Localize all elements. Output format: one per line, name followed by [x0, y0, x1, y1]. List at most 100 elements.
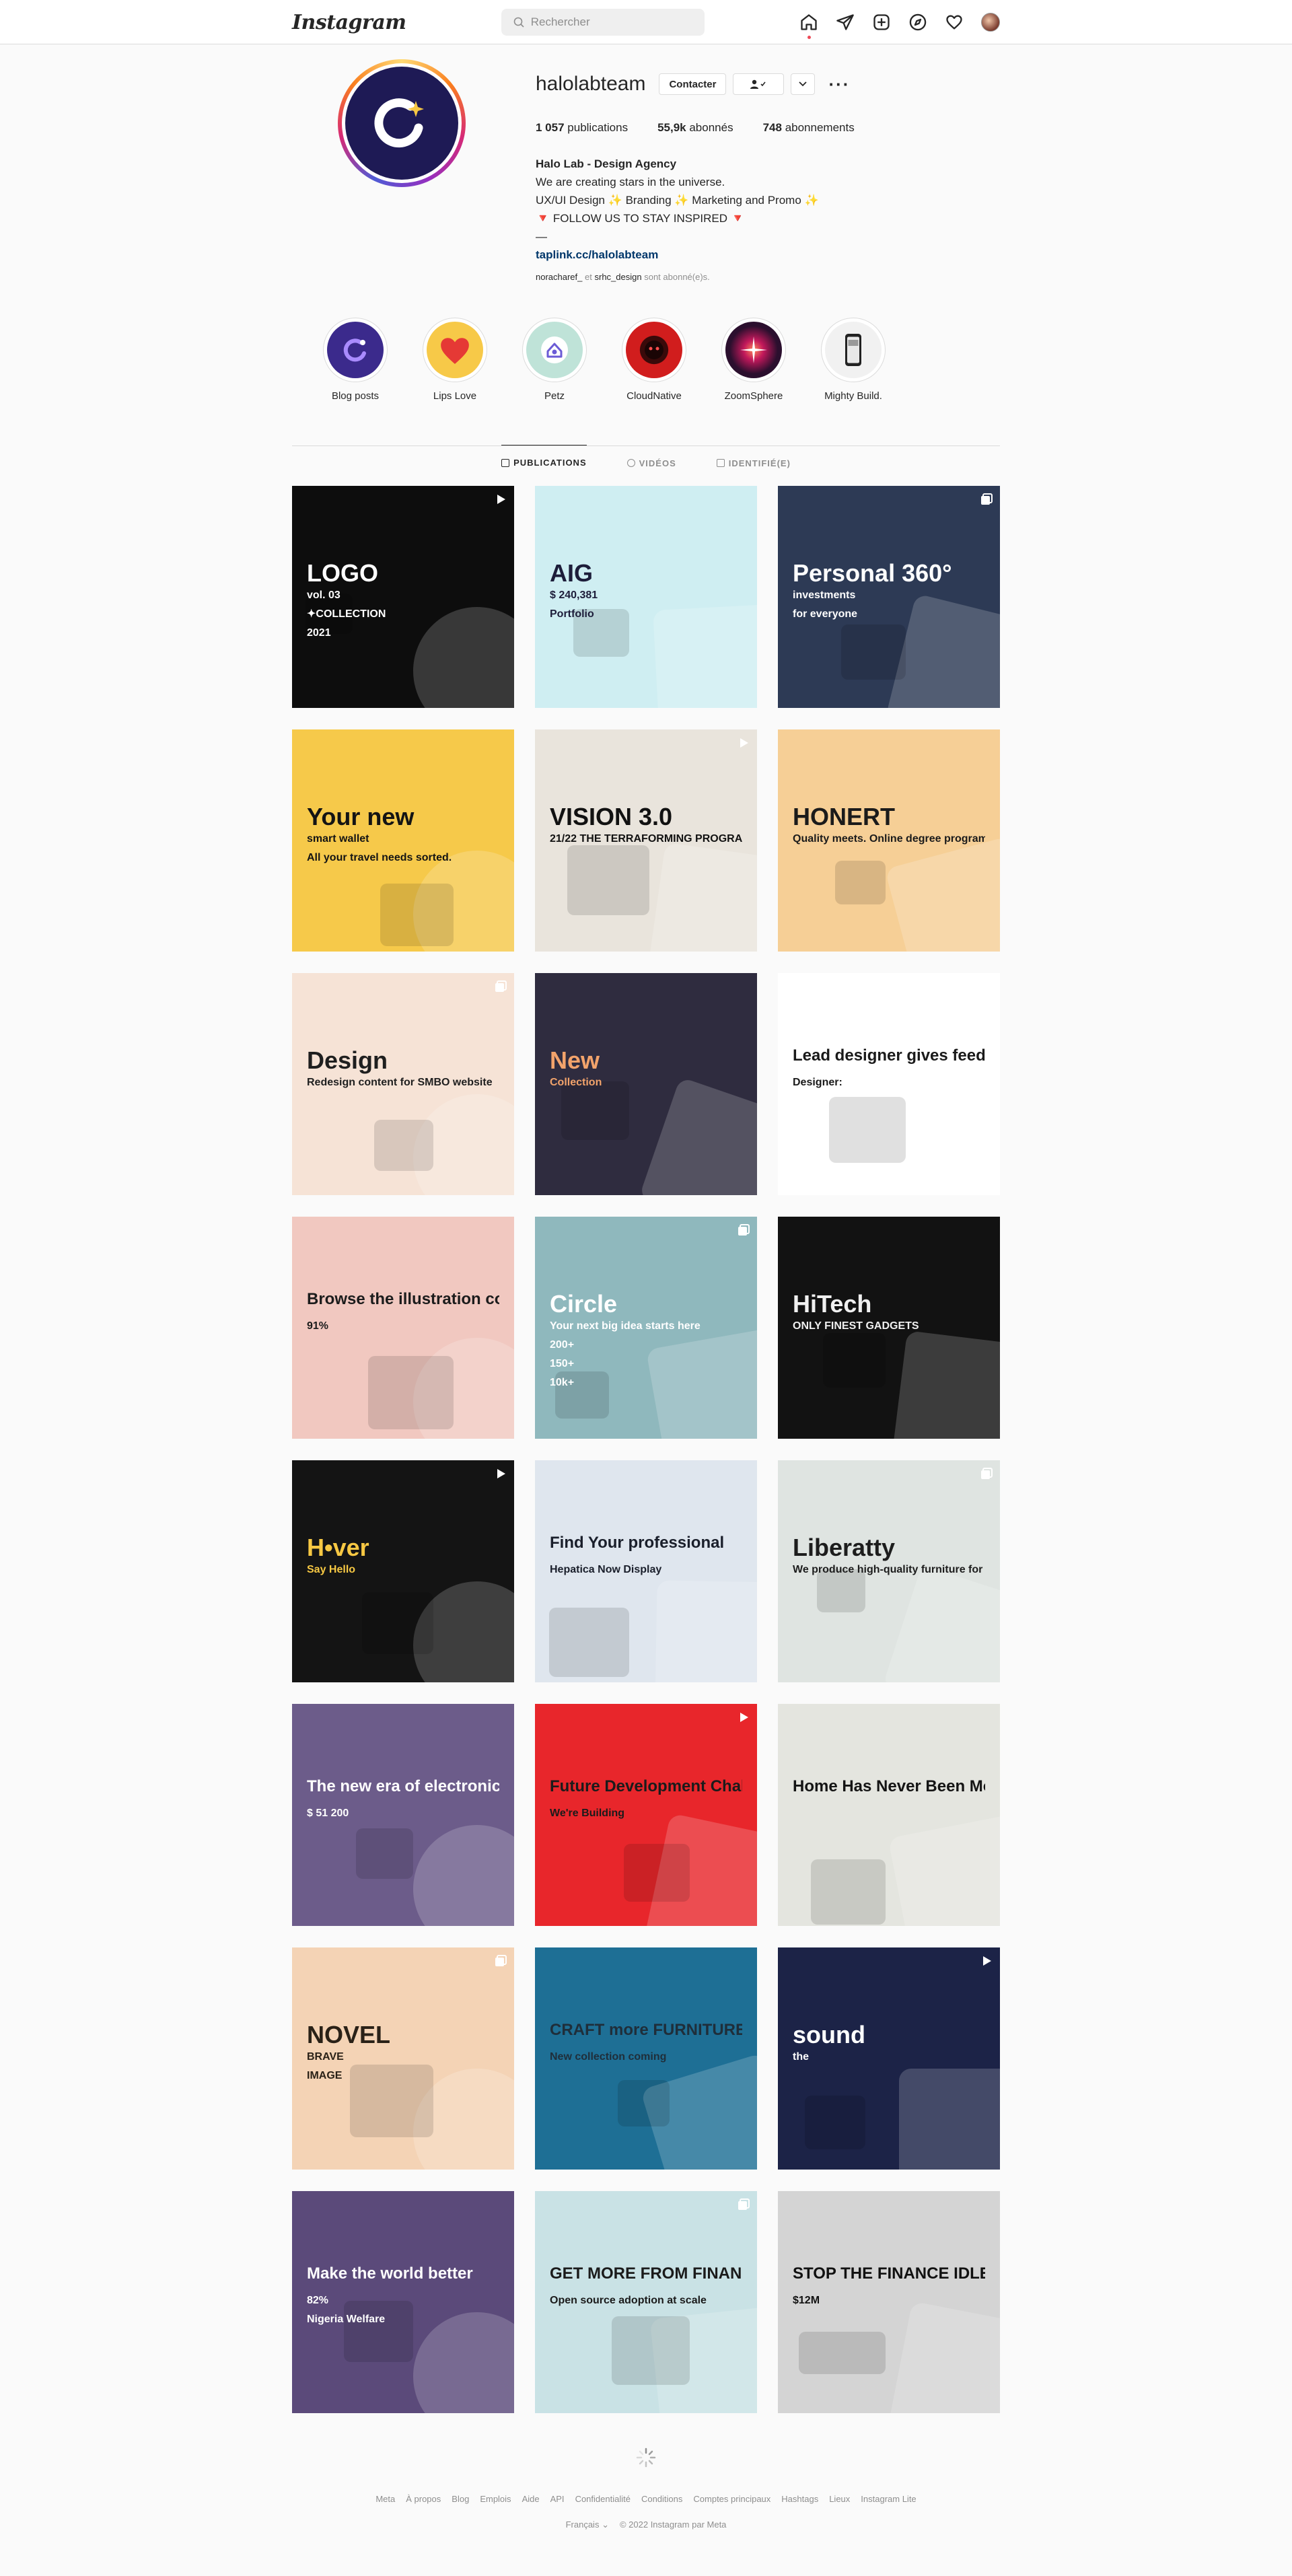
- post-thumbnail[interactable]: The new era of electronic payments $ 51 2…: [292, 1704, 514, 1926]
- post-thumbnail[interactable]: Browse the illustration courses 91%: [292, 1217, 514, 1439]
- suggested-accounts-button[interactable]: [791, 73, 816, 95]
- phone-mockup-icon: [845, 334, 861, 366]
- highlight-lips-love[interactable]: Lips Love: [423, 318, 487, 402]
- post-thumbnail[interactable]: New Collection: [535, 973, 757, 1195]
- direct-message-icon[interactable]: [836, 13, 855, 32]
- post-artwork: [882, 1565, 1000, 1682]
- post-thumbnail[interactable]: VISION 3.0 21/22 THE TERRAFORMING PROGRAM: [535, 729, 757, 952]
- followers-count[interactable]: 55,9k abonnés: [657, 121, 733, 135]
- tab-publications[interactable]: PUBLICATIONS: [501, 445, 587, 480]
- post-text: 10k+: [550, 1377, 575, 1388]
- footer-link[interactable]: Blog: [452, 2494, 469, 2504]
- bio-link[interactable]: taplink.cc/halolabteam: [536, 246, 912, 264]
- post-thumbnail[interactable]: Your new smart wallet All your travel need…: [292, 729, 514, 952]
- post-thumbnail[interactable]: H•ver Say Hello: [292, 1460, 514, 1682]
- post-thumbnail[interactable]: Future Development Challenges We're Build…: [535, 1704, 757, 1926]
- footer-link[interactable]: Confidentialité: [575, 2494, 631, 2504]
- footer-link[interactable]: À propos: [406, 2494, 441, 2504]
- post-thumbnail[interactable]: Circle Your next big idea starts here 200+…: [535, 1217, 757, 1439]
- post-thumbnail[interactable]: Lead designer gives feedback Designer:: [778, 973, 1000, 1195]
- post-text: Lead designer gives feedback: [793, 1047, 985, 1065]
- search-box[interactable]: Rechercher: [501, 9, 705, 36]
- post-text: Designer:: [793, 1077, 842, 1088]
- post-thumbnail[interactable]: LOGO vol. 03 ✦COLLECTION 2021: [292, 486, 514, 708]
- highlight-mighty-build[interactable]: Mighty Build.: [821, 318, 886, 402]
- more-options-icon[interactable]: ···: [828, 74, 850, 95]
- footer-link[interactable]: Aide: [522, 2494, 540, 2504]
- halo-lab-logo-icon: [374, 98, 424, 148]
- contact-button[interactable]: Contacter: [659, 73, 727, 95]
- home-icon[interactable]: [799, 13, 818, 39]
- footer-link[interactable]: Conditions: [641, 2494, 682, 2504]
- highlight-petz[interactable]: Petz: [522, 318, 587, 402]
- highlight-cloudnative[interactable]: CloudNative: [622, 318, 686, 402]
- following-count[interactable]: 748 abonnements: [763, 121, 855, 135]
- bio-line: UX/UI Design ✨ Branding ✨ Marketing and …: [536, 194, 819, 207]
- footer-link[interactable]: Hashtags: [781, 2494, 818, 2504]
- post-text: for everyone: [793, 608, 858, 620]
- profile-picture[interactable]: [338, 59, 466, 187]
- post-artwork: [380, 884, 454, 946]
- post-artwork: [561, 1081, 629, 1140]
- post-thumbnail[interactable]: Design Redesign content for SMBO website: [292, 973, 514, 1195]
- footer-link[interactable]: Meta: [375, 2494, 395, 2504]
- post-artwork: [368, 1356, 454, 1429]
- footer-link[interactable]: API: [550, 2494, 565, 2504]
- post-artwork: [549, 1608, 629, 1677]
- new-post-icon[interactable]: [872, 13, 891, 32]
- instagram-logo[interactable]: Instagram: [292, 11, 406, 34]
- post-text: the: [793, 2051, 809, 2063]
- post-text: STOP THE FINANCE IDLE: [793, 2265, 985, 2283]
- post-text: Hepatica Now Display: [550, 1564, 662, 1575]
- footer-link[interactable]: Lieux: [829, 2494, 850, 2504]
- story-highlights: Blog posts Lips Love Petz CloudNative Zo…: [323, 318, 886, 402]
- post-artwork: [799, 2332, 886, 2374]
- post-text: 82%: [307, 2295, 329, 2306]
- post-text: BRAVE: [307, 2051, 344, 2063]
- explore-compass-icon[interactable]: [908, 13, 927, 32]
- post-thumbnail[interactable]: Personal 360° investments for everyone: [778, 486, 1000, 708]
- post-artwork: [647, 842, 757, 952]
- tab-videos[interactable]: VIDÉOS: [626, 445, 676, 480]
- post-text: Portfolio: [550, 608, 594, 620]
- post-text: Find Your professional: [550, 1534, 725, 1552]
- following-button[interactable]: [733, 73, 785, 95]
- language-selector[interactable]: Français ⌄: [566, 2519, 609, 2530]
- post-thumbnail[interactable]: Liberatty We produce high-quality furnitu…: [778, 1460, 1000, 1682]
- post-thumbnail[interactable]: CRAFT more FURNITURE New collection comin…: [535, 1947, 757, 2170]
- post-thumbnail[interactable]: Home Has Never Been More Important: [778, 1704, 1000, 1926]
- post-thumbnail[interactable]: Make the world better 82% Nigeria Welfare: [292, 2191, 514, 2413]
- profile-bio: Halo Lab - Design Agency We are creating…: [536, 155, 912, 264]
- post-text: $ 51 200: [307, 1808, 349, 1819]
- activity-heart-icon[interactable]: [945, 13, 964, 32]
- post-artwork: [356, 1828, 413, 1879]
- carousel-icon: [981, 493, 993, 505]
- reel-play-icon: [497, 1469, 505, 1478]
- reel-play-icon: [497, 495, 505, 504]
- post-thumbnail[interactable]: Find Your professional Hepatica Now Displ…: [535, 1460, 757, 1682]
- highlight-zoomsphere[interactable]: ZoomSphere: [721, 318, 786, 402]
- post-thumbnail[interactable]: NOVEL BRAVE IMAGE: [292, 1947, 514, 2170]
- post-thumbnail[interactable]: GET MORE FROM FINANCE Open source adoptio…: [535, 2191, 757, 2413]
- tab-tagged[interactable]: IDENTIFIÉ(E): [716, 445, 791, 480]
- follower-link[interactable]: srhc_design: [594, 272, 641, 282]
- post-text: Redesign content for SMBO website: [307, 1077, 493, 1088]
- post-thumbnail[interactable]: HiTech ONLY FINEST GADGETS: [778, 1217, 1000, 1439]
- post-artwork: [899, 2069, 1000, 2170]
- follower-link[interactable]: noracharef_: [536, 272, 582, 282]
- post-thumbnail[interactable]: AIG $ 240,381 Portfolio: [535, 486, 757, 708]
- cloud-face-icon: [645, 341, 663, 359]
- footer-link[interactable]: Comptes principaux: [693, 2494, 770, 2504]
- profile-avatar-icon[interactable]: [981, 13, 1000, 32]
- post-artwork: [811, 1859, 886, 1925]
- post-thumbnail[interactable]: HONERT Quality meets. Online degree progr…: [778, 729, 1000, 952]
- post-thumbnail[interactable]: STOP THE FINANCE IDLE $12M: [778, 2191, 1000, 2413]
- bio-line: 🔻 FOLLOW US TO STAY INSPIRED 🔻: [536, 212, 745, 225]
- footer-link[interactable]: Instagram Lite: [861, 2494, 916, 2504]
- post-thumbnail[interactable]: sound the: [778, 1947, 1000, 2170]
- footer-link[interactable]: Emplois: [480, 2494, 511, 2504]
- post-text: ✦COLLECTION: [307, 608, 386, 620]
- post-artwork: [841, 624, 906, 680]
- post-text: Nigeria Welfare: [307, 2314, 386, 2325]
- highlight-blog-posts[interactable]: Blog posts: [323, 318, 388, 402]
